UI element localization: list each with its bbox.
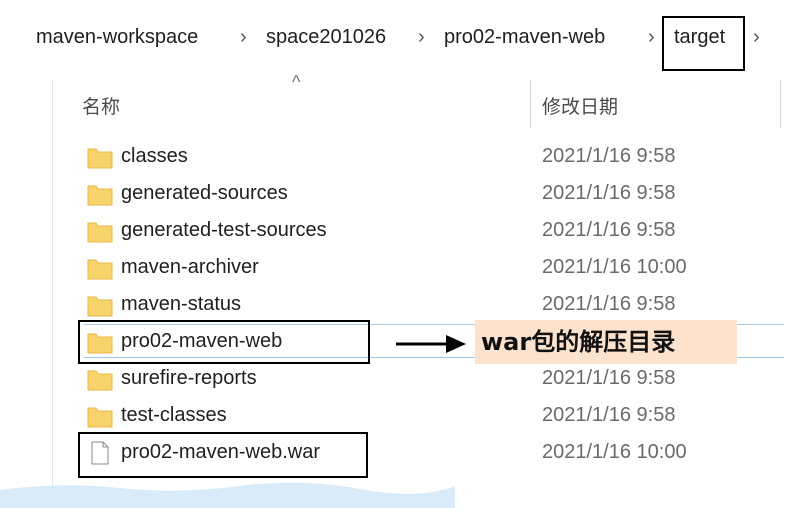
breadcrumb-separator[interactable]: › xyxy=(418,26,425,49)
target-highlight-box xyxy=(662,16,745,71)
file-name: generated-test-sources xyxy=(121,219,327,241)
file-date: 2021/1/16 9:58 xyxy=(542,219,676,241)
arrow-right-icon xyxy=(396,335,466,353)
file-name: surefire-reports xyxy=(121,367,257,389)
list-item[interactable]: classes 2021/1/16 9:58 xyxy=(84,140,784,174)
pane-divider xyxy=(52,80,53,490)
breadcrumb-item-maven-workspace[interactable]: maven-workspace xyxy=(36,26,198,49)
file-name: generated-sources xyxy=(121,182,288,204)
breadcrumb-item-space201026[interactable]: space201026 xyxy=(266,26,386,49)
file-name: maven-status xyxy=(121,293,242,315)
breadcrumb-item-pro02-maven-web[interactable]: pro02-maven-web xyxy=(444,26,605,49)
breadcrumb-separator[interactable]: › xyxy=(753,26,760,49)
annotation-label: war包的解压目录 xyxy=(475,320,737,364)
pro02-maven-web-folder-highlight-box xyxy=(78,320,370,364)
file-date: 2021/1/16 10:00 xyxy=(542,441,687,463)
file-name: classes xyxy=(121,145,188,167)
file-date: 2021/1/16 9:58 xyxy=(542,145,676,167)
column-divider[interactable] xyxy=(780,80,781,128)
list-item[interactable]: generated-test-sources 2021/1/16 9:58 xyxy=(84,214,784,248)
file-date: 2021/1/16 9:58 xyxy=(542,367,676,389)
file-name: maven-archiver xyxy=(121,256,259,278)
folder-icon xyxy=(87,370,113,391)
breadcrumb-separator[interactable]: › xyxy=(648,26,655,49)
column-header-date-modified[interactable]: 修改日期 xyxy=(542,92,618,119)
folder-icon xyxy=(87,296,113,317)
file-date: 2021/1/16 9:58 xyxy=(542,404,676,426)
file-name: test-classes xyxy=(121,404,227,426)
war-file-highlight-box xyxy=(78,432,368,478)
column-header-name[interactable]: 名称 xyxy=(82,92,120,119)
breadcrumb: maven-workspace › space201026 › pro02-ma… xyxy=(0,0,812,80)
sort-ascending-icon: ^ xyxy=(292,72,301,92)
folder-icon xyxy=(87,222,113,243)
breadcrumb-separator[interactable]: › xyxy=(240,26,247,49)
decorative-wave xyxy=(0,482,455,508)
folder-icon xyxy=(87,185,113,206)
list-item[interactable]: maven-archiver 2021/1/16 10:00 xyxy=(84,251,784,285)
list-item[interactable]: test-classes 2021/1/16 9:58 xyxy=(84,399,784,433)
file-date: 2021/1/16 9:58 xyxy=(542,293,676,315)
file-date: 2021/1/16 9:58 xyxy=(542,182,676,204)
folder-icon xyxy=(87,259,113,280)
file-date: 2021/1/16 10:00 xyxy=(542,256,687,278)
column-divider[interactable] xyxy=(530,80,531,128)
list-item[interactable]: surefire-reports 2021/1/16 9:58 xyxy=(84,362,784,396)
list-item[interactable]: maven-status 2021/1/16 9:58 xyxy=(84,288,784,322)
list-item[interactable]: generated-sources 2021/1/16 9:58 xyxy=(84,177,784,211)
folder-icon xyxy=(87,407,113,428)
folder-icon xyxy=(87,148,113,169)
